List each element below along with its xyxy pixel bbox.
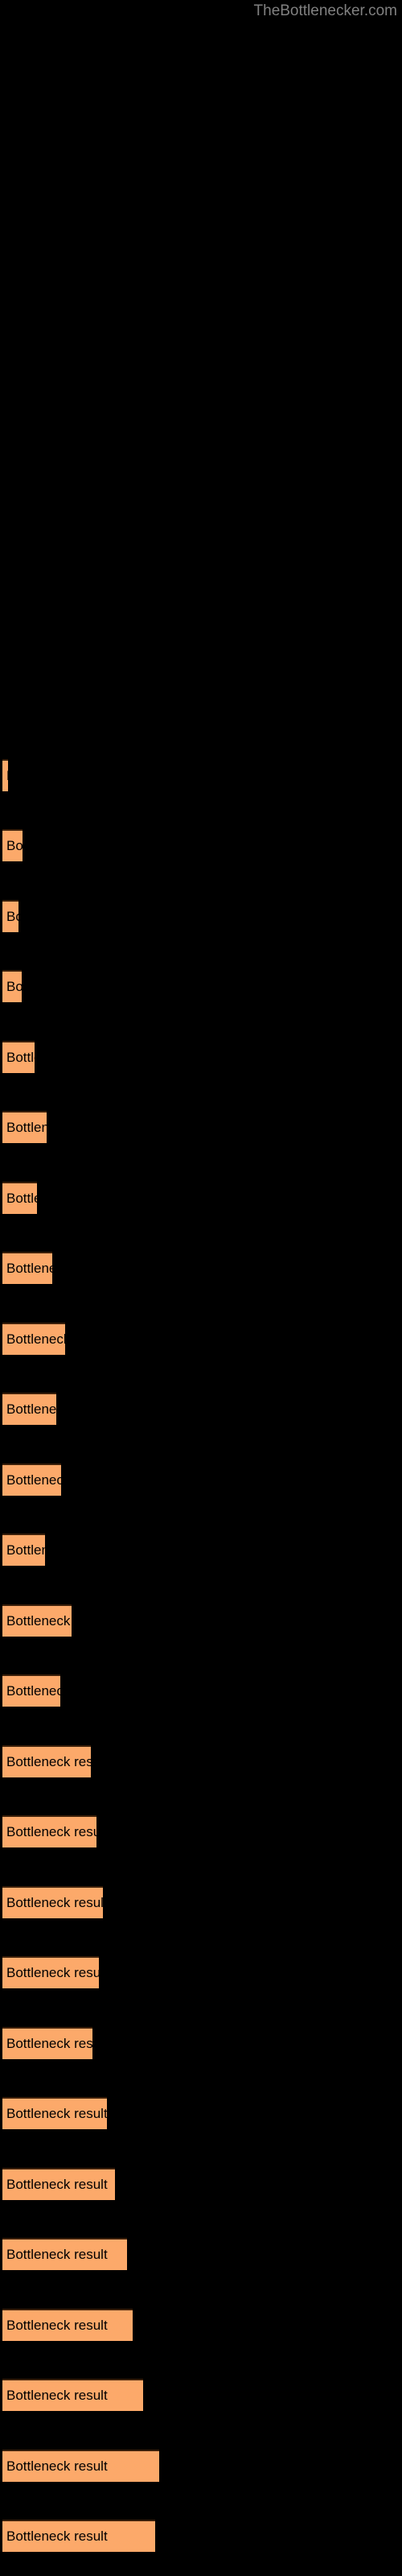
bar-label: Bottleneck result: [6, 1261, 52, 1276]
bar-1[interactable]: Bottleneck result: [2, 759, 8, 791]
bar-label: Bottleneck result: [6, 1402, 56, 1417]
bar-label: Bottleneck result: [6, 1683, 60, 1699]
bar-8[interactable]: Bottleneck result: [2, 1252, 52, 1284]
bar-row: Bottleneck result: [0, 2168, 402, 2200]
bar-17[interactable]: Bottleneck result: [2, 1886, 103, 1918]
bar-20[interactable]: Bottleneck result: [2, 2097, 107, 2129]
bar-row: Bottleneck result: [0, 1745, 402, 1777]
bar-row: Bottleneck result: [0, 1393, 402, 1425]
bar-16[interactable]: Bottleneck result: [2, 1815, 96, 1847]
bar-5[interactable]: Bottleneck result: [2, 1041, 35, 1073]
bar-row: Bottleneck result: [0, 1815, 402, 1847]
bar-row: Bottleneck result: [0, 2097, 402, 2129]
bar-row: Bottleneck result: [0, 1956, 402, 1988]
bar-7[interactable]: Bottleneck result: [2, 1182, 37, 1214]
bar-23[interactable]: Bottleneck result: [2, 2309, 133, 2341]
bar-label: Bottleneck result: [6, 1191, 37, 1206]
bar-row: Bottleneck result: [0, 2379, 402, 2411]
bar-6[interactable]: Bottleneck result: [2, 1111, 47, 1143]
bar-12[interactable]: Bottleneck result: [2, 1534, 45, 1566]
bar-row: Bottleneck result: [0, 759, 402, 791]
bar-row: Bottleneck result: [0, 829, 402, 861]
bar-3[interactable]: Bottleneck result: [2, 900, 18, 932]
bar-11[interactable]: Bottleneck result: [2, 1463, 61, 1496]
bar-label: Bottleneck result: [6, 909, 18, 924]
bar-label: Bottleneck result: [6, 1895, 103, 1910]
bar-15[interactable]: Bottleneck result: [2, 1745, 91, 1777]
bar-row: Bottleneck result: [0, 1041, 402, 1073]
bar-row: Bottleneck result: [0, 1323, 402, 1355]
bar-row: Bottleneck result: [0, 1182, 402, 1214]
bar-18[interactable]: Bottleneck result: [2, 1956, 99, 1988]
bottleneck-bar-chart: Bottleneck result Bottleneck result Bottle…: [0, 0, 402, 2576]
bar-label: Bottleneck result: [6, 761, 8, 791]
bar-label: Bottleneck result: [6, 1613, 72, 1629]
bar-label: Bottleneck result: [6, 2458, 108, 2474]
bar-24[interactable]: Bottleneck result: [2, 2379, 143, 2411]
bar-label: Bottleneck result: [6, 1754, 91, 1769]
bar-row: Bottleneck result: [0, 2450, 402, 2482]
bar-14[interactable]: Bottleneck result: [2, 1674, 60, 1707]
bar-row: Bottleneck result: [0, 2309, 402, 2341]
bar-label: Bottleneck result: [6, 2036, 92, 2051]
bar-25[interactable]: Bottleneck result: [2, 2450, 159, 2482]
bar-row: Bottleneck result: [0, 2238, 402, 2270]
bar-row: Bottleneck result: [0, 1252, 402, 1284]
bar-2[interactable]: Bottleneck result: [2, 829, 23, 861]
bar-label: Bottleneck result: [6, 2529, 108, 2544]
bar-row: Bottleneck result: [0, 2027, 402, 2059]
bar-label: Bottleneck result: [6, 979, 22, 994]
bar-label: Bottleneck result: [6, 1472, 61, 1488]
bar-row: Bottleneck result: [0, 1111, 402, 1143]
bar-10[interactable]: Bottleneck result: [2, 1393, 56, 1425]
bar-row: Bottleneck result: [0, 1674, 402, 1707]
bar-row: Bottleneck result: [0, 1604, 402, 1637]
bar-row: Bottleneck result: [0, 1534, 402, 1566]
bar-label: Bottleneck result: [6, 838, 23, 853]
bar-13[interactable]: Bottleneck result: [2, 1604, 72, 1637]
bar-row: Bottleneck result: [0, 1886, 402, 1918]
bar-label: Bottleneck result: [6, 2388, 108, 2403]
bar-row: Bottleneck result: [0, 900, 402, 932]
bar-label: Bottleneck result: [6, 2318, 108, 2333]
bar-label: Bottleneck result: [6, 1050, 35, 1065]
bar-row: Bottleneck result: [0, 1463, 402, 1496]
bar-22[interactable]: Bottleneck result: [2, 2238, 127, 2270]
bar-21[interactable]: Bottleneck result: [2, 2168, 115, 2200]
bar-9[interactable]: Bottleneck result: [2, 1323, 65, 1355]
bar-label: Bottleneck result: [6, 2177, 108, 2192]
bar-label: Bottleneck result: [6, 2247, 108, 2262]
bar-label: Bottleneck result: [6, 1331, 65, 1347]
bar-label: Bottleneck result: [6, 1120, 47, 1135]
bar-4[interactable]: Bottleneck result: [2, 970, 22, 1002]
bar-19[interactable]: Bottleneck result: [2, 2027, 92, 2059]
bar-row: Bottleneck result: [0, 2520, 402, 2552]
bar-row: Bottleneck result: [0, 970, 402, 1002]
bar-label: Bottleneck result: [6, 1965, 99, 1980]
bar-label: Bottleneck result: [6, 1542, 45, 1558]
bar-label: Bottleneck result: [6, 2106, 107, 2121]
bar-label: Bottleneck result: [6, 1824, 96, 1839]
bar-26[interactable]: Bottleneck result: [2, 2520, 155, 2552]
